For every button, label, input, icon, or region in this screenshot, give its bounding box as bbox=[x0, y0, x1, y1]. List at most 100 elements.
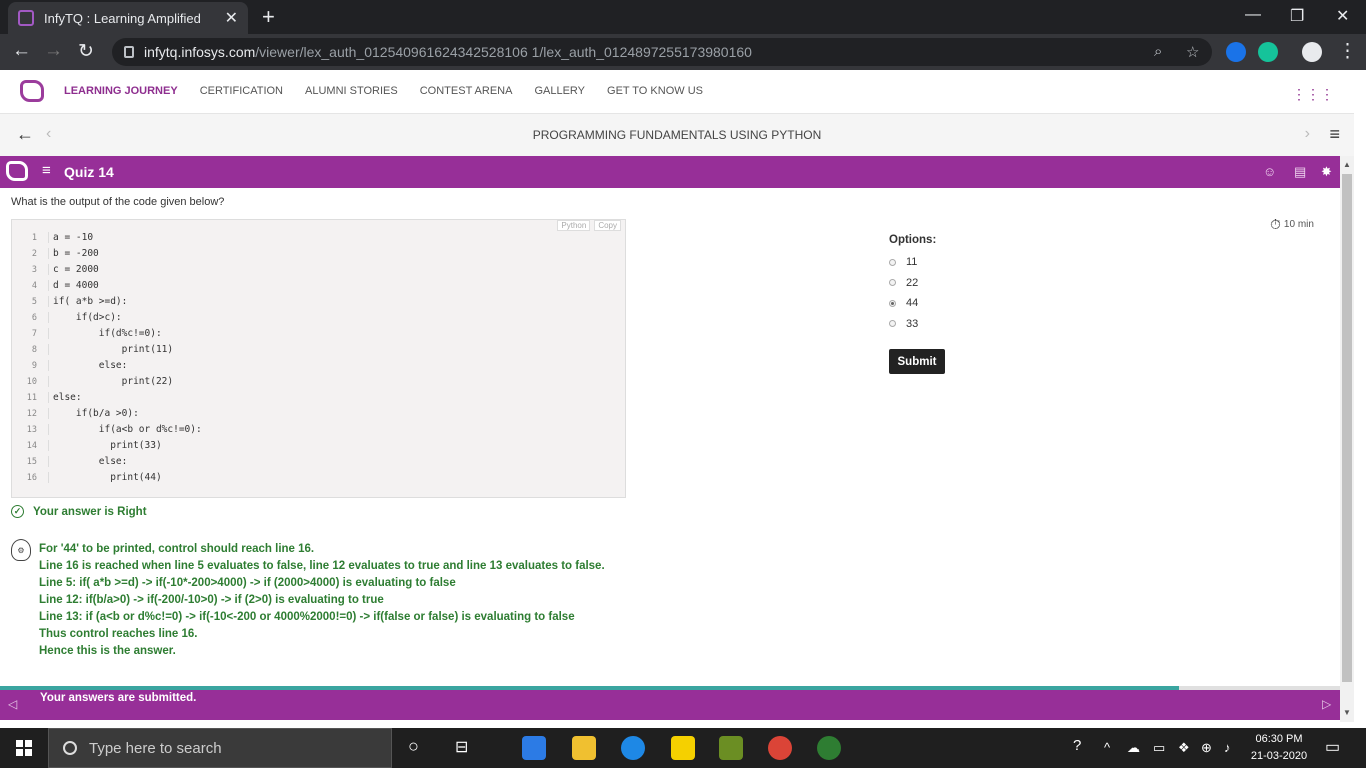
minimize-icon[interactable]: — bbox=[1245, 6, 1261, 24]
network-icon[interactable]: ⊕ bbox=[1201, 740, 1212, 756]
close-window-icon[interactable]: ✕ bbox=[1336, 6, 1349, 26]
menu-icon[interactable]: ≡ bbox=[1329, 124, 1340, 145]
code-block: Python Copy 1 a = -10 2 b = -200 3 c = 2000… bbox=[11, 219, 626, 498]
calendar-icon[interactable]: ▤ bbox=[1294, 164, 1306, 180]
search-placeholder: Type here to search bbox=[89, 739, 222, 757]
url-host: infytq.infosys.com bbox=[144, 44, 256, 60]
zoom-icon[interactable]: ⌕ bbox=[1154, 43, 1162, 60]
clock-date: 21-03-2020 bbox=[1250, 750, 1308, 762]
chrome-menu-icon[interactable]: ⋮ bbox=[1338, 40, 1357, 63]
system-clock[interactable]: 06:30 PM 21-03-2020 bbox=[1244, 731, 1314, 765]
code-language-label: Python bbox=[557, 220, 591, 231]
nav-learning-journey[interactable]: LEARNING JOURNEY bbox=[64, 85, 178, 97]
radio-button[interactable] bbox=[889, 320, 896, 328]
help-icon[interactable]: ? bbox=[1073, 737, 1081, 754]
infytq-logo[interactable] bbox=[20, 80, 44, 102]
clock-time: 06:30 PM bbox=[1255, 733, 1303, 745]
smiley-icon[interactable]: ☺ bbox=[1263, 164, 1276, 179]
edge-icon[interactable] bbox=[621, 736, 645, 760]
grammarly-extension-icon[interactable] bbox=[1258, 42, 1278, 62]
chrome-icon[interactable] bbox=[768, 736, 792, 760]
sticky-notes-icon[interactable] bbox=[671, 736, 695, 760]
nav-get-to-know-us[interactable]: GET TO KNOW US bbox=[607, 85, 703, 97]
code-line: 5 if( a*b >=d): bbox=[12, 295, 622, 311]
code-text: if(d%c!=0): bbox=[48, 328, 162, 339]
file-explorer-icon[interactable] bbox=[572, 736, 596, 760]
battery-icon[interactable]: ▭ bbox=[1153, 740, 1165, 756]
dropbox-icon[interactable]: ❖ bbox=[1178, 740, 1190, 756]
taskbar-search[interactable]: Type here to search bbox=[48, 728, 392, 768]
restore-icon[interactable]: ❐ bbox=[1290, 6, 1304, 26]
apps-grid-icon[interactable]: ⋮⋮⋮ bbox=[1292, 86, 1334, 103]
new-tab-icon[interactable]: + bbox=[262, 6, 275, 28]
submit-button[interactable]: Submit bbox=[889, 349, 945, 374]
option-44[interactable]: 44 bbox=[889, 293, 936, 314]
nav-certification[interactable]: CERTIFICATION bbox=[200, 85, 283, 97]
cortana-icon[interactable]: ○ bbox=[408, 736, 419, 757]
scroll-down-icon[interactable]: ▼ bbox=[1343, 708, 1351, 717]
course-title: PROGRAMMING FUNDAMENTALS USING PYTHON bbox=[532, 128, 822, 142]
page-scrollbar[interactable]: ▲ ▼ bbox=[1340, 156, 1354, 722]
code-text: else: bbox=[48, 392, 82, 403]
browser-tab-strip: InfyTQ : Learning Amplified ✕ + — ❐ ✕ bbox=[0, 0, 1366, 34]
explanation-line: Line 12: if(b/a>0) -> if(-200/-10>0) -> … bbox=[39, 594, 384, 606]
line-number: 10 bbox=[26, 377, 37, 387]
site-header: LEARNING JOURNEY CERTIFICATION ALUMNI ST… bbox=[0, 70, 1354, 114]
volume-icon[interactable]: ♪ bbox=[1224, 740, 1231, 755]
result-text: Your answer is Right bbox=[33, 505, 147, 518]
quiz-logo-icon bbox=[6, 161, 28, 181]
hamburger-icon[interactable]: ≡ bbox=[42, 162, 51, 179]
notifications-icon[interactable]: ▭ bbox=[1325, 737, 1340, 757]
radio-button-selected[interactable] bbox=[889, 299, 896, 307]
notepad-icon[interactable] bbox=[719, 736, 743, 760]
radio-button[interactable] bbox=[889, 258, 896, 266]
copy-code-button[interactable]: Copy bbox=[594, 220, 621, 231]
atom-icon[interactable] bbox=[817, 736, 841, 760]
code-line: 8 print(11) bbox=[12, 343, 622, 359]
address-bar[interactable]: infytq.infosys.com/viewer/lex_auth_01254… bbox=[112, 38, 1212, 66]
option-33[interactable]: 33 bbox=[889, 314, 936, 335]
onedrive-icon[interactable]: ☁ bbox=[1127, 740, 1140, 756]
option-label: 44 bbox=[906, 297, 919, 310]
code-text: c = 2000 bbox=[48, 264, 99, 275]
nav-alumni-stories[interactable]: ALUMNI STORIES bbox=[305, 85, 398, 97]
explanation-line: Line 16 is reached when line 5 evaluates… bbox=[39, 560, 605, 572]
option-22[interactable]: 22 bbox=[889, 273, 936, 294]
code-text: else: bbox=[48, 456, 127, 467]
explanation-line: Thus control reaches line 16. bbox=[39, 628, 198, 640]
nav-contest-arena[interactable]: CONTEST ARENA bbox=[420, 85, 513, 97]
radio-button[interactable] bbox=[889, 279, 896, 287]
next-triangle-icon[interactable]: ▷ bbox=[1322, 697, 1331, 711]
option-label: 11 bbox=[906, 256, 918, 269]
infytq-favicon-icon bbox=[18, 10, 34, 26]
next-chevron-icon[interactable]: › bbox=[1305, 125, 1310, 143]
scroll-thumb[interactable] bbox=[1342, 174, 1352, 682]
browser-tab[interactable]: InfyTQ : Learning Amplified ✕ bbox=[8, 2, 248, 34]
tab-title: InfyTQ : Learning Amplified bbox=[44, 10, 201, 26]
reload-icon[interactable]: ↻ bbox=[78, 40, 94, 63]
hp-extension-icon[interactable] bbox=[1226, 42, 1246, 62]
tray-chevron-icon[interactable]: ^ bbox=[1104, 740, 1110, 755]
vscode-icon[interactable] bbox=[522, 736, 546, 760]
line-number: 4 bbox=[31, 281, 37, 291]
options-label: Options: bbox=[889, 234, 937, 246]
close-tab-icon[interactable]: ✕ bbox=[225, 8, 238, 28]
nav-gallery[interactable]: GALLERY bbox=[534, 85, 585, 97]
code-line: 4 d = 4000 bbox=[12, 279, 622, 295]
scroll-up-icon[interactable]: ▲ bbox=[1343, 160, 1351, 169]
options-group: Options: 11 22 44 33 bbox=[889, 234, 936, 334]
settings-icon[interactable]: ✸ bbox=[1321, 164, 1332, 180]
line-number: 3 bbox=[31, 265, 37, 275]
bookmark-star-icon[interactable]: ☆ bbox=[1186, 43, 1199, 61]
code-text: if(b/a >0): bbox=[48, 408, 139, 419]
code-line: 12 if(b/a >0): bbox=[12, 407, 622, 423]
profile-avatar[interactable] bbox=[1302, 42, 1322, 62]
line-number: 6 bbox=[31, 313, 37, 323]
forward-icon[interactable]: → bbox=[44, 40, 63, 62]
back-icon[interactable]: ← bbox=[12, 40, 31, 62]
footer-bar: ◁ Your answers are submitted. ▷ bbox=[0, 690, 1340, 720]
windows-start-icon[interactable] bbox=[16, 740, 32, 756]
option-11[interactable]: 11 bbox=[889, 252, 936, 273]
task-view-icon[interactable]: ⊟ bbox=[455, 737, 468, 757]
previous-triangle-icon[interactable]: ◁ bbox=[8, 697, 17, 711]
